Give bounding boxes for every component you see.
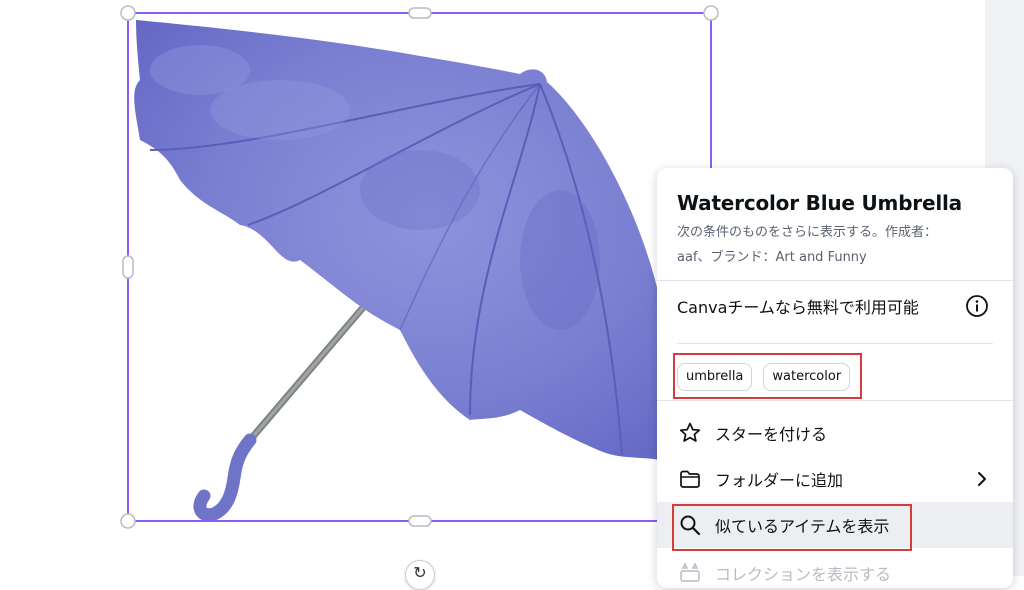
umbrella-image[interactable] [134,20,668,522]
show-collection-label: コレクションを表示する [715,565,892,584]
divider [657,280,1013,281]
star-icon [677,420,703,446]
star-menu-label: スターを付ける [715,425,828,444]
annotation-highlight-similar-items [672,504,912,551]
chevron-right-icon [975,469,989,494]
add-to-folder-menu-item[interactable]: フォルダーに追加 [657,456,1013,502]
design-canvas[interactable] [0,0,760,576]
element-subtitle: 次の条件のものをさらに表示する。作成者： aaf、ブランド：Art and Fu… [677,220,997,270]
divider [677,343,993,344]
divider [657,400,1013,401]
folder-icon [677,466,703,492]
collection-icon [677,560,703,586]
rotate-icon[interactable]: ↻ [405,560,435,590]
annotation-highlight-tags [673,353,862,399]
element-title: Watercolor Blue Umbrella [677,191,962,215]
star-menu-item[interactable]: スターを付ける [657,410,1013,456]
info-icon[interactable] [965,294,989,318]
free-availability-text: Canvaチームなら無料で利用可能 [677,298,919,317]
element-subtitle-line2[interactable]: aaf、ブランド：Art and Funny [677,245,997,270]
element-subtitle-line1: 次の条件のものをさらに表示する。作成者： [677,225,938,240]
add-to-folder-label: フォルダーに追加 [715,471,844,490]
show-collection-menu-item[interactable]: コレクションを表示する [657,550,1013,588]
